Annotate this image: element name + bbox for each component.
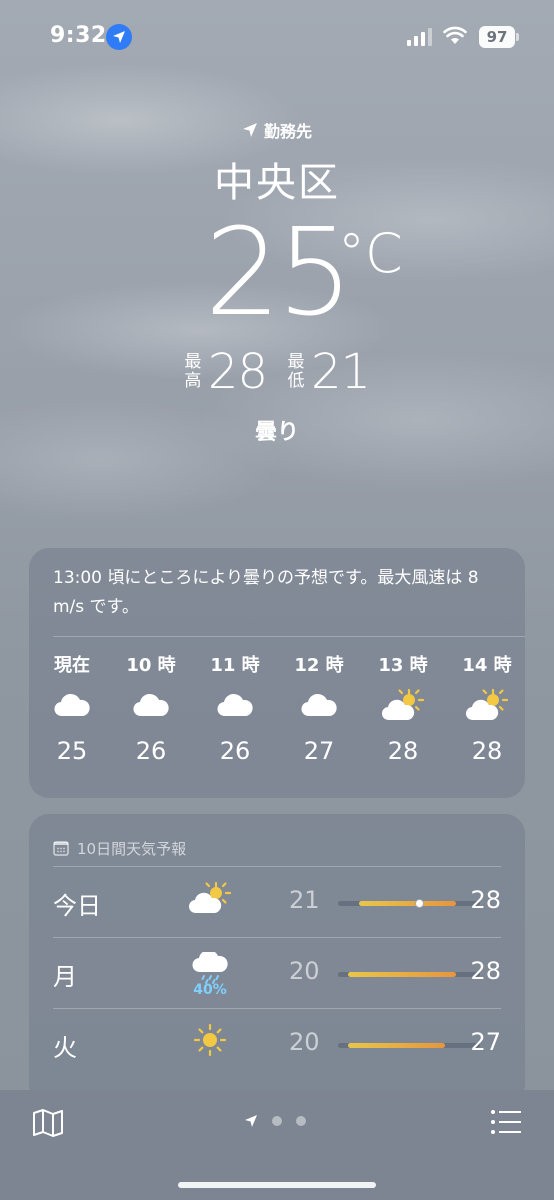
day-name: 火 [53, 1034, 77, 1062]
forecast-summary: 13:00 頃にところにより曇りの予想です。最大風速は 8 m/s です。 [53, 568, 479, 617]
temperature-range-fill [359, 901, 456, 906]
high-temp-item: 最高 28 [184, 344, 268, 400]
partly-sunny-icon [185, 881, 235, 915]
day-high: 28 [470, 886, 501, 914]
high-temperature: 28 [207, 344, 268, 400]
location-label: 勤務先 [263, 122, 312, 141]
hour-label: 13 時 [378, 655, 428, 676]
calendar-icon [53, 841, 69, 856]
daily-row[interactable]: 月 40% 20 28 [53, 937, 501, 1008]
cloud-icon [193, 675, 277, 735]
precipitation-chance: 40% [193, 982, 227, 998]
high-low: 最高 28 最低 21 [0, 344, 554, 400]
day-high: 27 [470, 1028, 501, 1056]
hour-temperature: 28 [387, 737, 419, 765]
cloud-icon [35, 675, 109, 735]
map-icon[interactable] [32, 1108, 64, 1138]
city-name: 中央区 [214, 160, 340, 206]
location-label-row: 勤務先 [0, 118, 554, 142]
cloud-icon [109, 675, 193, 735]
hour-label: 10 時 [126, 655, 176, 676]
hour-label: 11 時 [210, 655, 260, 676]
hour-item: 10 時 26 [109, 651, 193, 765]
hour-temperature: 26 [135, 737, 167, 765]
temperature-block: 25 °C [0, 210, 554, 338]
temperature-range-bar [338, 972, 480, 977]
hour-temperature: 26 [219, 737, 251, 765]
page-indicator[interactable] [244, 1114, 306, 1128]
daily-row[interactable]: 今日 21 28 [53, 866, 501, 937]
low-temp-item: 最低 21 [287, 344, 372, 400]
daily-forecast-card[interactable]: 10日間天気予報 今日 21 28 月 40% 20 28 火 20 27 [29, 814, 525, 1104]
rain-cloud-icon: 40% [185, 952, 235, 998]
hour-temperature: 28 [471, 737, 503, 765]
hour-item: 11 時 26 [193, 651, 277, 765]
battery-tip [516, 33, 519, 41]
home-indicator[interactable] [178, 1182, 376, 1188]
location-arrow-icon [245, 1115, 257, 1127]
daily-row[interactable]: 火 20 27 [53, 1008, 501, 1079]
hour-label: 14 時 [462, 655, 512, 676]
sun-icon [185, 1023, 235, 1057]
hour-label: 12 時 [294, 655, 344, 676]
partly-sunny-icon [361, 675, 445, 735]
partly-sunny-icon [445, 675, 525, 735]
hourly-forecast-card[interactable]: 13:00 頃にところにより曇りの予想です。最大風速は 8 m/s です。 現在… [29, 548, 525, 798]
high-label: 最高 [184, 352, 202, 391]
current-temp-marker [415, 899, 424, 908]
day-low: 20 [289, 1028, 320, 1056]
daily-header-label: 10日間天気予報 [77, 839, 187, 858]
battery-icon: 97 [479, 26, 515, 48]
bottom-toolbar [0, 1090, 554, 1200]
hourly-scroll[interactable]: 現在 25 10 時 26 11 時 26 12 時 27 13 時 28 14 時 28 [29, 637, 525, 765]
daily-list: 今日 21 28 月 40% 20 28 火 20 27 [29, 866, 525, 1079]
location-arrow-icon [242, 123, 257, 137]
day-high: 28 [470, 957, 501, 985]
location-active-icon [106, 24, 132, 50]
low-temperature: 21 [311, 344, 371, 400]
list-icon[interactable] [490, 1108, 522, 1136]
current-weather: 勤務先 中央区 25 °C 最高 28 最低 21 曇り [0, 118, 554, 446]
temperature-range-fill [348, 1043, 445, 1048]
page-dot[interactable] [296, 1116, 306, 1126]
day-name: 月 [53, 963, 77, 991]
hour-item: 13 時 28 [361, 651, 445, 765]
temperature-unit: °C [338, 222, 403, 285]
hour-item: 現在 25 [35, 651, 109, 765]
low-label: 最低 [287, 352, 305, 391]
current-temperature: 25 [204, 204, 354, 343]
page-dot[interactable] [272, 1116, 282, 1126]
hour-temperature: 25 [56, 737, 88, 765]
status-time: 9:32 [50, 23, 107, 48]
hour-label: 現在 [54, 655, 90, 676]
signal-icon [407, 28, 432, 46]
day-low: 20 [289, 957, 320, 985]
day-name: 今日 [53, 892, 101, 920]
wifi-icon [443, 26, 467, 44]
hour-item: 12 時 27 [277, 651, 361, 765]
temperature-range-bar [338, 1043, 480, 1048]
hour-item: 14 時 28 [445, 651, 525, 765]
temperature-range-fill [348, 972, 456, 977]
temperature-range-bar [338, 899, 480, 908]
status-bar: 9:32 97 [0, 0, 554, 74]
weather-condition: 曇り [254, 420, 299, 445]
day-low: 21 [289, 886, 320, 914]
hour-temperature: 27 [303, 737, 335, 765]
daily-forecast-header: 10日間天気予報 [29, 814, 525, 866]
cloud-icon [277, 675, 361, 735]
